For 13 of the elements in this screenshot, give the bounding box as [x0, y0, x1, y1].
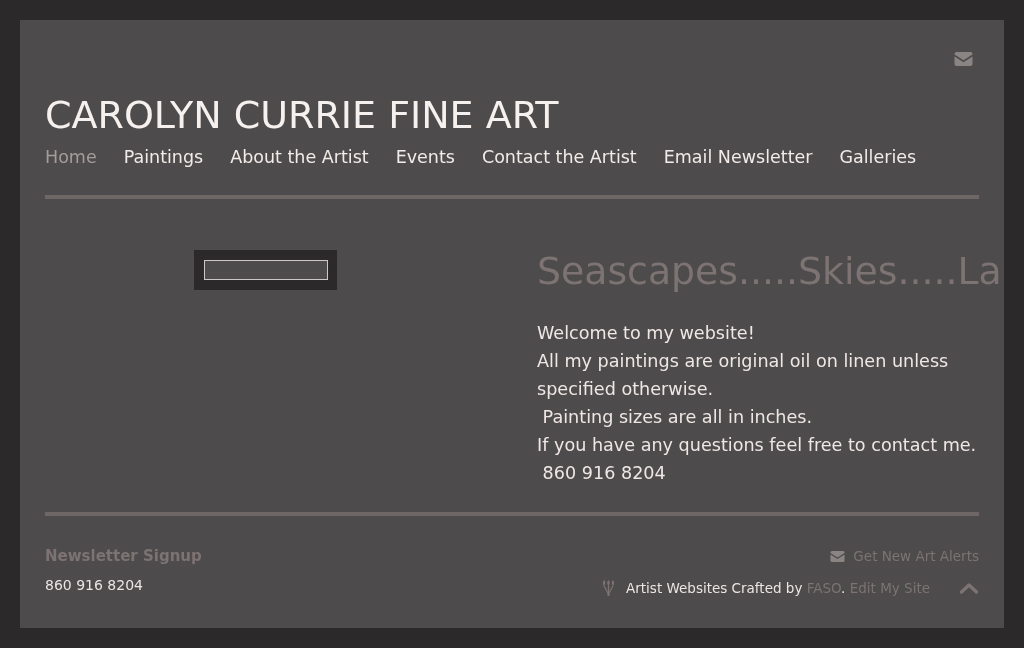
nav-link[interactable]: Contact the Artist — [481, 145, 637, 169]
site-title: CAROLYN CURRIE FINE ART — [45, 93, 559, 137]
envelope-icon — [830, 550, 846, 562]
phone-number: 860 916 8204 — [45, 576, 143, 595]
nav-link[interactable]: Events — [395, 145, 455, 169]
chevron-up-icon[interactable] — [960, 582, 978, 594]
nav-link[interactable]: Galleries — [839, 145, 917, 169]
nav-link[interactable]: Email Newsletter — [663, 145, 813, 169]
paintbrushes-icon — [602, 580, 615, 596]
nav-link[interactable]: Paintings — [123, 145, 204, 169]
welcome-text: Welcome to my website! All my paintings are original oil on linen unless specified otherwise. Painting sizes are all in inches. If you have any questions feel free to contact me. 860 916 8204 — [537, 322, 978, 485]
email-icon[interactable] — [954, 52, 973, 66]
nav-link[interactable]: About the Artist — [230, 145, 369, 169]
